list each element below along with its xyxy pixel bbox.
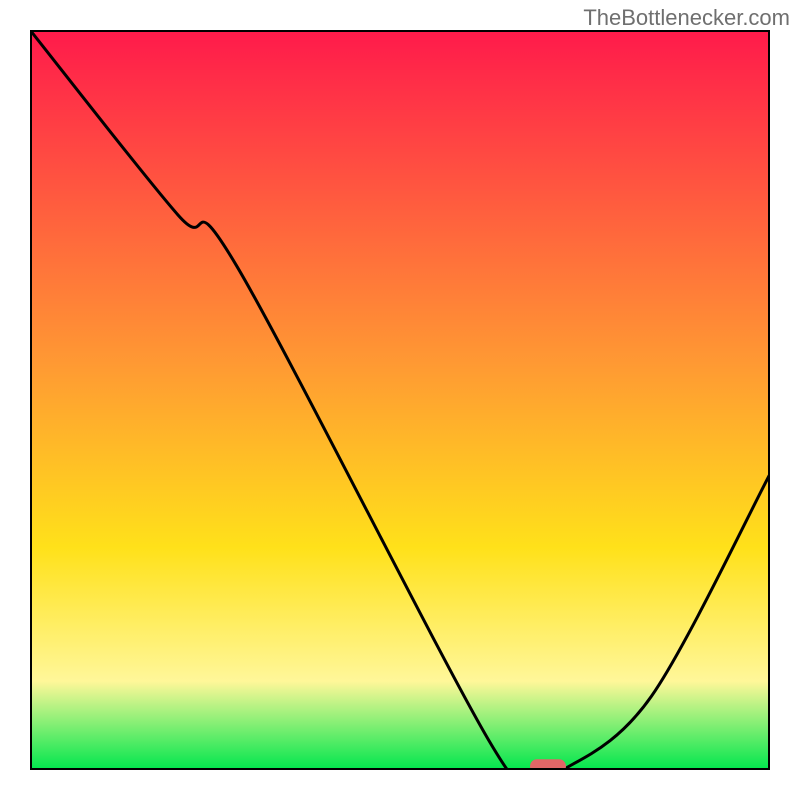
bottleneck-chart <box>30 30 770 770</box>
watermark-text: TheBottlenecker.com <box>583 5 790 31</box>
plot-background <box>30 30 770 770</box>
